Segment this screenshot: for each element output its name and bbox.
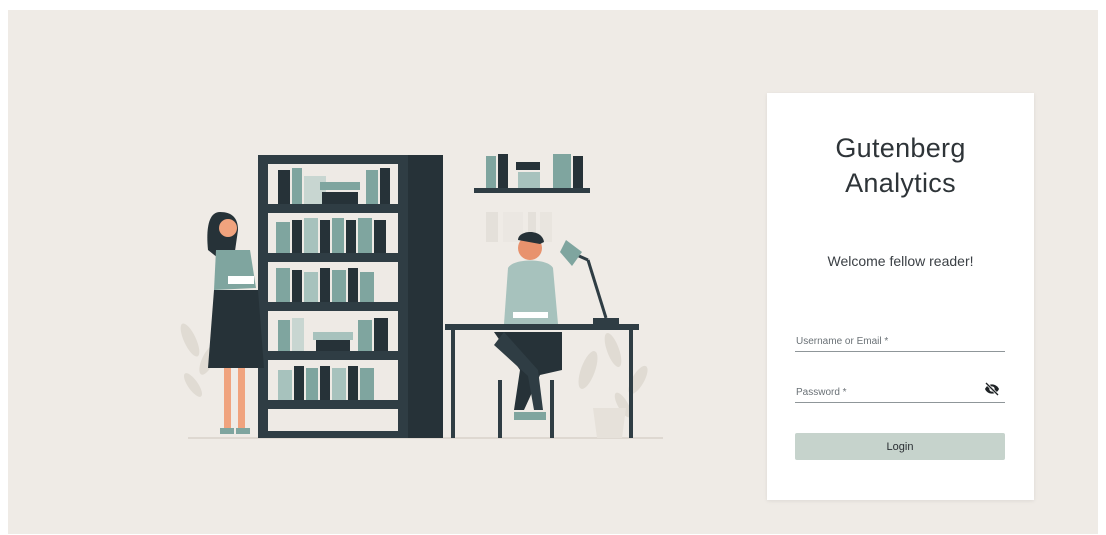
username-field[interactable]: Username or Email *: [795, 329, 1005, 352]
eye-off-icon[interactable]: [983, 381, 1001, 397]
app-title: Gutenberg Analytics: [835, 133, 966, 198]
login-button[interactable]: Login: [795, 433, 1005, 460]
welcome-message: Welcome fellow reader!: [827, 253, 974, 269]
login-card: Gutenberg Analytics Welcome fellow reade…: [767, 93, 1034, 500]
page-background: Gutenberg Analytics Welcome fellow reade…: [8, 10, 1098, 534]
username-input[interactable]: [795, 329, 1005, 351]
password-input[interactable]: [795, 380, 1005, 402]
password-field[interactable]: Password *: [795, 380, 1005, 403]
library-illustration: [180, 154, 663, 439]
